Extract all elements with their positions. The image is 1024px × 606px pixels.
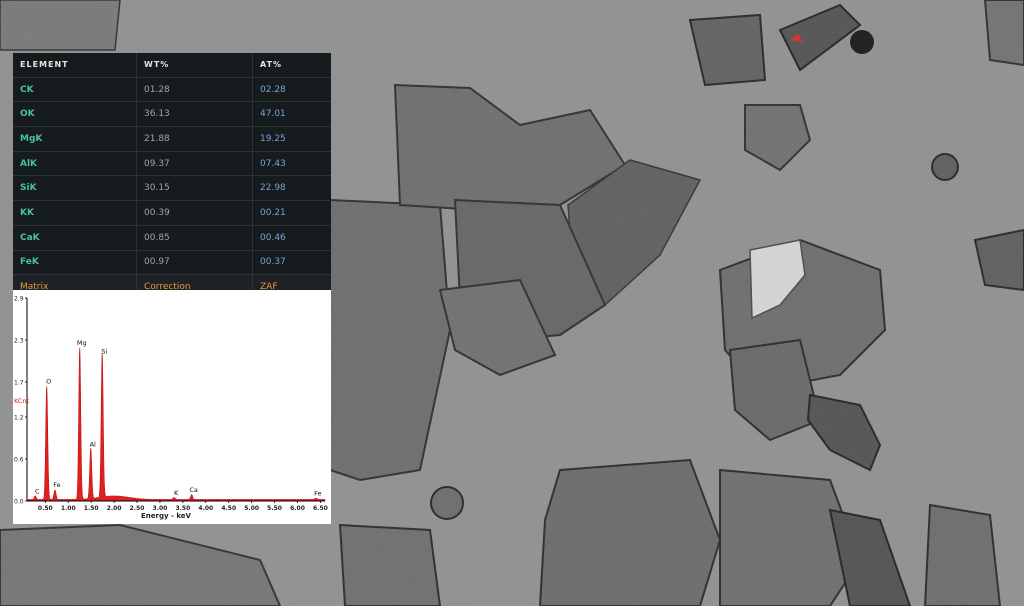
wt-cell: 01.28: [136, 77, 253, 103]
y-tick-label: 0.0: [14, 499, 24, 506]
x-tick-label: 4.50: [221, 505, 236, 512]
wt-cell: 00.39: [136, 200, 253, 226]
element-cell: AlK: [13, 151, 137, 177]
wt-cell: 00.97: [136, 250, 253, 276]
at-cell: 00.46: [252, 225, 331, 251]
peak-label: Al: [90, 441, 96, 449]
at-cell: 47.01: [252, 101, 331, 128]
y-tick-label: 2.9: [14, 296, 24, 303]
x-tick-label: 6.00: [290, 505, 305, 512]
peak-label: Fe: [53, 481, 60, 489]
table-row: KK 00.39 00.21: [13, 200, 331, 226]
x-tick-label: 2.50: [130, 505, 145, 512]
x-tick-label: 6.50: [313, 505, 328, 512]
y-tick-label: 0.6: [14, 457, 24, 464]
wt-cell: 21.88: [136, 126, 253, 152]
peak-label: Ca: [189, 486, 198, 494]
peak-label: O: [46, 378, 51, 386]
at-cell: 19.25: [252, 126, 331, 152]
table-row: CK 01.28 02.28: [13, 77, 331, 103]
spectrum-area: [26, 347, 326, 502]
element-cell: MgK: [13, 126, 137, 152]
at-cell: 07.43: [252, 151, 331, 177]
x-tick-label: 1.50: [84, 505, 99, 512]
table-header-row: ELEMENT WT% AT%: [13, 53, 331, 78]
x-tick-label: 4.00: [198, 505, 213, 512]
table-row: CaK 00.85 00.46: [13, 225, 331, 251]
x-tick-label: 1.00: [61, 505, 76, 512]
x-axis-ticks: 0.50 1.00 1.50 2.00 2.50 3.00 3.50 4.00 4.50 5.00…: [38, 501, 328, 512]
wt-cell: 09.37: [136, 151, 253, 177]
y-axis-label: KCnt: [14, 397, 30, 405]
at-cell: 02.28: [252, 77, 331, 103]
element-cell: OK: [13, 101, 137, 128]
header-at-percent: AT%: [252, 53, 331, 78]
peak-label: C: [35, 488, 40, 496]
wt-cell: 36.13: [136, 101, 253, 128]
table-row: OK 36.13 47.01: [13, 101, 331, 128]
element-cell: SiK: [13, 175, 137, 202]
header-wt-percent: WT%: [136, 53, 253, 78]
wt-cell: 30.15: [136, 175, 253, 202]
x-axis-label: Energy - keV: [141, 512, 192, 520]
y-tick-label: 1.7: [14, 380, 24, 387]
x-tick-label: 3.00: [153, 505, 168, 512]
peak-label: Si: [101, 348, 107, 356]
header-element: ELEMENT: [13, 53, 137, 78]
eds-spectrum-chart: 0.0 0.6 1.2 1.7 2.3 2.9 0.50 1.00 1.50 2.00 2.50 3…: [13, 290, 331, 524]
wt-cell: 00.85: [136, 225, 253, 251]
y-tick-label: 1.2: [14, 415, 24, 422]
table-row: SiK 30.15 22.98: [13, 175, 331, 202]
peak-label: Fe: [314, 490, 321, 498]
peak-label: Mg: [77, 339, 87, 347]
x-tick-label: 5.50: [267, 505, 282, 512]
at-cell: 00.37: [252, 250, 331, 276]
eds-composition-table: ELEMENT WT% AT% CK 01.28 02.28 OK 36.13 …: [13, 53, 331, 300]
y-tick-label: 2.3: [14, 338, 24, 345]
x-tick-label: 3.50: [175, 505, 190, 512]
at-cell: 00.21: [252, 200, 331, 226]
peak-label: K: [174, 489, 179, 497]
element-cell: CaK: [13, 225, 137, 251]
x-tick-label: 5.00: [244, 505, 259, 512]
table-row: AlK 09.37 07.43: [13, 151, 331, 177]
x-tick-label: 2.00: [107, 505, 122, 512]
table-row: FeK 00.97 00.37: [13, 250, 331, 276]
element-cell: CK: [13, 77, 137, 103]
element-cell: KK: [13, 200, 137, 226]
at-cell: 22.98: [252, 175, 331, 202]
element-cell: FeK: [13, 250, 137, 276]
x-tick-label: 0.50: [38, 505, 53, 512]
table-row: MgK 21.88 19.25: [13, 126, 331, 152]
